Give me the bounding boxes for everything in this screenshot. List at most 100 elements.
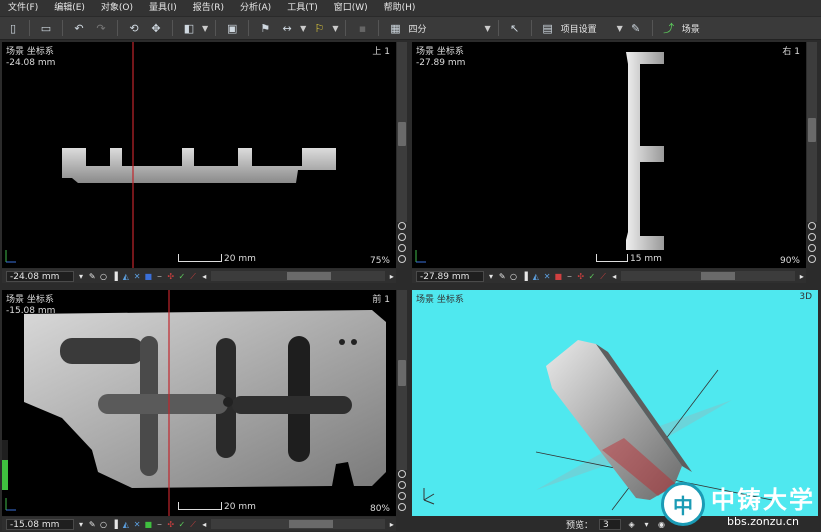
ruler-icon[interactable]: ⟋ xyxy=(599,272,607,281)
rotate-tool-icon[interactable]: ⟲ xyxy=(125,19,143,37)
chevron-down-icon[interactable]: ▾ xyxy=(487,272,495,281)
circle-icon[interactable]: ○ xyxy=(99,272,107,281)
chevron-down-icon[interactable]: ▾ xyxy=(642,520,651,529)
chevron-right-icon[interactable]: ▸ xyxy=(388,272,396,281)
color-scale-icon[interactable]: ◭ xyxy=(122,272,130,281)
disabled-tool-icon[interactable]: ▪ xyxy=(353,19,371,37)
reset-view-icon[interactable] xyxy=(808,255,816,263)
ruler-icon[interactable]: ⟋ xyxy=(189,272,197,281)
settings-icon[interactable]: ▤ xyxy=(539,19,557,37)
chevron-down-icon[interactable]: ▾ xyxy=(77,520,85,529)
zoom-in-icon[interactable] xyxy=(398,470,406,478)
chevron-left-icon[interactable]: ◂ xyxy=(200,272,208,281)
zoom-out-icon[interactable] xyxy=(398,481,406,489)
line-icon[interactable]: ⎯ xyxy=(155,520,163,529)
horizontal-scrollbar[interactable] xyxy=(211,271,385,281)
grid-icon[interactable]: ✣ xyxy=(167,272,175,281)
new-icon[interactable]: ▯ xyxy=(4,19,22,37)
check-icon[interactable]: ✓ xyxy=(178,520,186,529)
vertical-scrollbar[interactable] xyxy=(397,290,407,470)
zoom-out-icon[interactable] xyxy=(398,233,406,241)
viewport-right[interactable]: 场景 坐标系 -27.89 mm 右 1 15 mm 90% xyxy=(412,42,806,268)
pin-icon[interactable]: ✎ xyxy=(498,272,506,281)
menu-help[interactable]: 帮助(H) xyxy=(376,0,424,16)
vertical-scrollbar[interactable] xyxy=(397,42,407,222)
fit-view-icon[interactable] xyxy=(398,492,406,500)
redo-icon[interactable]: ↷ xyxy=(92,19,110,37)
menu-edit[interactable]: 编辑(E) xyxy=(46,0,93,16)
gradient-icon[interactable]: ▐ xyxy=(111,520,119,529)
line-icon[interactable]: ⎯ xyxy=(565,272,573,281)
horizontal-scrollbar[interactable] xyxy=(211,519,385,529)
chevron-right-icon[interactable]: ▸ xyxy=(388,520,396,529)
menu-report[interactable]: 报告(R) xyxy=(185,0,232,16)
viewport-front[interactable]: 场景 坐标系 -15.08 mm 前 1 20 mm 80% xyxy=(2,290,396,516)
gradient-icon[interactable]: ▐ xyxy=(111,272,119,281)
circle-icon[interactable]: ○ xyxy=(509,272,517,281)
reset-view-icon[interactable] xyxy=(398,255,406,263)
vertical-scrollbar[interactable] xyxy=(807,42,817,222)
move-icon[interactable]: ✥ xyxy=(147,19,165,37)
slice-position-field[interactable]: -27.89 mm xyxy=(416,270,484,282)
cross-icon[interactable]: ✕ xyxy=(133,520,141,529)
grid-icon[interactable]: ✣ xyxy=(577,272,585,281)
project-settings-select[interactable]: 项目设置 xyxy=(561,22,613,35)
zoom-in-icon[interactable] xyxy=(398,222,406,230)
chevron-down-icon[interactable]: ▼ xyxy=(300,24,306,33)
menu-gauge[interactable]: 量具(I) xyxy=(141,0,185,16)
open-icon[interactable]: ▭ xyxy=(37,19,55,37)
chevron-right-icon[interactable]: ▸ xyxy=(798,272,806,281)
chevron-down-icon[interactable]: ▾ xyxy=(77,272,85,281)
scrollbar-thumb[interactable] xyxy=(808,118,816,142)
chevron-down-icon[interactable]: ▼ xyxy=(332,24,338,33)
color-scale-icon[interactable]: ◭ xyxy=(532,272,540,281)
slice-position-field[interactable]: -24.08 mm xyxy=(6,270,74,282)
scene-icon[interactable]: ⤴ xyxy=(660,19,678,37)
gradient-icon[interactable]: ▐ xyxy=(521,272,529,281)
square-icon[interactable]: ■ xyxy=(554,272,562,281)
preview-value-field[interactable]: 3 xyxy=(599,519,622,530)
chevron-left-icon[interactable]: ◂ xyxy=(200,520,208,529)
select-mode-icon[interactable]: ◧ xyxy=(180,19,198,37)
square-icon[interactable]: ■ xyxy=(144,272,152,281)
circle-icon[interactable]: ○ xyxy=(99,520,107,529)
pointer-icon[interactable]: ↖ xyxy=(506,19,524,37)
chevron-down-icon[interactable]: ▼ xyxy=(617,24,623,33)
scrollbar-thumb[interactable] xyxy=(398,122,406,146)
grid-icon[interactable]: ✣ xyxy=(167,520,175,529)
scrollbar-thumb[interactable] xyxy=(287,272,332,280)
color-scale-icon[interactable]: ◭ xyxy=(122,520,130,529)
chevron-down-icon[interactable]: ▼ xyxy=(202,24,208,33)
check-icon[interactable]: ✓ xyxy=(588,272,596,281)
menu-analysis[interactable]: 分析(A) xyxy=(232,0,279,16)
reset-view-icon[interactable] xyxy=(398,503,406,511)
menu-file[interactable]: 文件(F) xyxy=(0,0,46,16)
zoom-out-icon[interactable] xyxy=(808,233,816,241)
menu-window[interactable]: 窗口(W) xyxy=(326,0,376,16)
pin-icon[interactable]: ✎ xyxy=(88,272,96,281)
distance-icon[interactable]: ↔ xyxy=(278,19,296,37)
render-mode-icon[interactable]: ◈ xyxy=(627,520,636,529)
layout-select[interactable]: 四分 xyxy=(408,22,480,35)
cross-icon[interactable]: ✕ xyxy=(133,272,141,281)
pin-icon[interactable]: ✎ xyxy=(88,520,96,529)
zoom-in-icon[interactable] xyxy=(808,222,816,230)
fit-view-icon[interactable] xyxy=(808,244,816,252)
fit-view-icon[interactable] xyxy=(398,244,406,252)
square-icon[interactable]: ■ xyxy=(144,520,152,529)
layout-grid-icon[interactable]: ▦ xyxy=(386,19,404,37)
slice-position-field[interactable]: -15.08 mm xyxy=(6,518,74,530)
menu-tools[interactable]: 工具(T) xyxy=(279,0,326,16)
scrollbar-thumb[interactable] xyxy=(398,360,406,386)
marker-icon[interactable]: ⚐ xyxy=(310,19,328,37)
scene-label[interactable]: 场景 xyxy=(682,22,700,35)
cross-icon[interactable]: ✕ xyxy=(543,272,551,281)
scrollbar-thumb[interactable] xyxy=(289,520,334,528)
object-icon[interactable]: ▣ xyxy=(223,19,241,37)
undo-icon[interactable]: ↶ xyxy=(70,19,88,37)
check-icon[interactable]: ✓ xyxy=(178,272,186,281)
scrollbar-thumb[interactable] xyxy=(701,272,736,280)
line-icon[interactable]: ⎯ xyxy=(155,272,163,281)
ruler-icon[interactable]: ⟋ xyxy=(189,520,197,529)
chevron-down-icon[interactable]: ▼ xyxy=(484,24,490,33)
